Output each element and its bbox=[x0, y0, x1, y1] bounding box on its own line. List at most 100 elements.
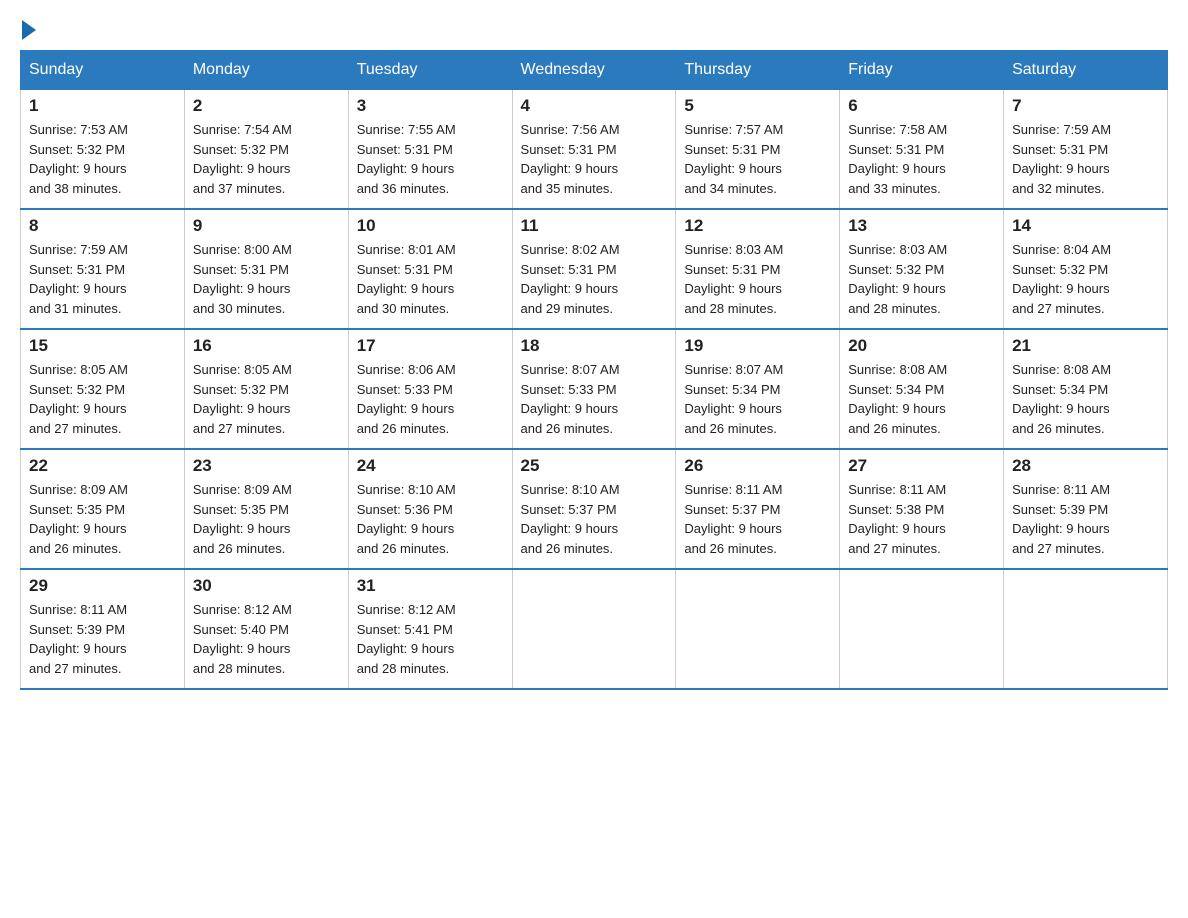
calendar-cell: 17 Sunrise: 8:06 AM Sunset: 5:33 PM Dayl… bbox=[348, 329, 512, 449]
day-number: 25 bbox=[521, 456, 668, 476]
sunset-info: Sunset: 5:40 PM bbox=[193, 622, 289, 637]
sunrise-info: Sunrise: 8:09 AM bbox=[193, 482, 292, 497]
calendar-cell: 2 Sunrise: 7:54 AM Sunset: 5:32 PM Dayli… bbox=[184, 90, 348, 210]
calendar-cell: 3 Sunrise: 7:55 AM Sunset: 5:31 PM Dayli… bbox=[348, 90, 512, 210]
daylight-info-line2: and 26 minutes. bbox=[193, 541, 286, 556]
day-number: 1 bbox=[29, 96, 176, 116]
calendar-cell: 14 Sunrise: 8:04 AM Sunset: 5:32 PM Dayl… bbox=[1004, 209, 1168, 329]
page-header bbox=[20, 20, 1168, 40]
day-number: 17 bbox=[357, 336, 504, 356]
day-number: 31 bbox=[357, 576, 504, 596]
daylight-info-line2: and 26 minutes. bbox=[521, 541, 614, 556]
calendar-cell: 6 Sunrise: 7:58 AM Sunset: 5:31 PM Dayli… bbox=[840, 90, 1004, 210]
calendar-cell: 13 Sunrise: 8:03 AM Sunset: 5:32 PM Dayl… bbox=[840, 209, 1004, 329]
sunset-info: Sunset: 5:31 PM bbox=[1012, 142, 1108, 157]
sunrise-info: Sunrise: 7:53 AM bbox=[29, 122, 128, 137]
day-info: Sunrise: 8:07 AM Sunset: 5:33 PM Dayligh… bbox=[521, 360, 668, 438]
day-info: Sunrise: 7:59 AM Sunset: 5:31 PM Dayligh… bbox=[29, 240, 176, 318]
daylight-info-line2: and 28 minutes. bbox=[684, 301, 777, 316]
sunset-info: Sunset: 5:31 PM bbox=[357, 262, 453, 277]
sunset-info: Sunset: 5:39 PM bbox=[29, 622, 125, 637]
daylight-info-line2: and 27 minutes. bbox=[29, 421, 122, 436]
daylight-info-line2: and 29 minutes. bbox=[521, 301, 614, 316]
calendar-week-row: 1 Sunrise: 7:53 AM Sunset: 5:32 PM Dayli… bbox=[21, 90, 1168, 210]
daylight-info-line1: Daylight: 9 hours bbox=[29, 401, 127, 416]
sunrise-info: Sunrise: 8:11 AM bbox=[29, 602, 127, 617]
sunset-info: Sunset: 5:37 PM bbox=[684, 502, 780, 517]
day-number: 22 bbox=[29, 456, 176, 476]
day-info: Sunrise: 7:59 AM Sunset: 5:31 PM Dayligh… bbox=[1012, 120, 1159, 198]
sunrise-info: Sunrise: 8:01 AM bbox=[357, 242, 456, 257]
daylight-info-line1: Daylight: 9 hours bbox=[357, 401, 455, 416]
daylight-info-line2: and 26 minutes. bbox=[29, 541, 122, 556]
sunset-info: Sunset: 5:32 PM bbox=[848, 262, 944, 277]
day-number: 24 bbox=[357, 456, 504, 476]
daylight-info-line1: Daylight: 9 hours bbox=[357, 521, 455, 536]
day-number: 26 bbox=[684, 456, 831, 476]
day-info: Sunrise: 8:04 AM Sunset: 5:32 PM Dayligh… bbox=[1012, 240, 1159, 318]
day-number: 28 bbox=[1012, 456, 1159, 476]
day-info: Sunrise: 8:03 AM Sunset: 5:32 PM Dayligh… bbox=[848, 240, 995, 318]
logo-blue-part bbox=[20, 20, 38, 40]
day-number: 7 bbox=[1012, 96, 1159, 116]
day-number: 21 bbox=[1012, 336, 1159, 356]
logo bbox=[20, 20, 38, 40]
calendar-day-header: Sunday bbox=[21, 51, 185, 90]
day-info: Sunrise: 8:08 AM Sunset: 5:34 PM Dayligh… bbox=[848, 360, 995, 438]
day-info: Sunrise: 7:53 AM Sunset: 5:32 PM Dayligh… bbox=[29, 120, 176, 198]
day-info: Sunrise: 7:55 AM Sunset: 5:31 PM Dayligh… bbox=[357, 120, 504, 198]
sunset-info: Sunset: 5:37 PM bbox=[521, 502, 617, 517]
calendar-cell: 25 Sunrise: 8:10 AM Sunset: 5:37 PM Dayl… bbox=[512, 449, 676, 569]
day-info: Sunrise: 8:01 AM Sunset: 5:31 PM Dayligh… bbox=[357, 240, 504, 318]
sunset-info: Sunset: 5:31 PM bbox=[357, 142, 453, 157]
daylight-info-line1: Daylight: 9 hours bbox=[357, 161, 455, 176]
daylight-info-line2: and 28 minutes. bbox=[357, 661, 450, 676]
sunrise-info: Sunrise: 8:11 AM bbox=[848, 482, 946, 497]
day-info: Sunrise: 8:12 AM Sunset: 5:40 PM Dayligh… bbox=[193, 600, 340, 678]
daylight-info-line1: Daylight: 9 hours bbox=[1012, 161, 1110, 176]
daylight-info-line2: and 37 minutes. bbox=[193, 181, 286, 196]
sunrise-info: Sunrise: 8:11 AM bbox=[684, 482, 782, 497]
day-number: 10 bbox=[357, 216, 504, 236]
sunrise-info: Sunrise: 7:56 AM bbox=[521, 122, 620, 137]
day-info: Sunrise: 8:08 AM Sunset: 5:34 PM Dayligh… bbox=[1012, 360, 1159, 438]
calendar-cell: 12 Sunrise: 8:03 AM Sunset: 5:31 PM Dayl… bbox=[676, 209, 840, 329]
sunrise-info: Sunrise: 8:10 AM bbox=[521, 482, 620, 497]
day-info: Sunrise: 8:12 AM Sunset: 5:41 PM Dayligh… bbox=[357, 600, 504, 678]
calendar-cell: 11 Sunrise: 8:02 AM Sunset: 5:31 PM Dayl… bbox=[512, 209, 676, 329]
sunset-info: Sunset: 5:38 PM bbox=[848, 502, 944, 517]
calendar-cell: 8 Sunrise: 7:59 AM Sunset: 5:31 PM Dayli… bbox=[21, 209, 185, 329]
sunrise-info: Sunrise: 8:09 AM bbox=[29, 482, 128, 497]
calendar-day-header: Monday bbox=[184, 51, 348, 90]
sunset-info: Sunset: 5:34 PM bbox=[848, 382, 944, 397]
daylight-info-line2: and 36 minutes. bbox=[357, 181, 450, 196]
calendar-day-header: Thursday bbox=[676, 51, 840, 90]
calendar-week-row: 15 Sunrise: 8:05 AM Sunset: 5:32 PM Dayl… bbox=[21, 329, 1168, 449]
daylight-info-line2: and 27 minutes. bbox=[29, 661, 122, 676]
sunrise-info: Sunrise: 8:05 AM bbox=[29, 362, 128, 377]
calendar-cell: 1 Sunrise: 7:53 AM Sunset: 5:32 PM Dayli… bbox=[21, 90, 185, 210]
sunrise-info: Sunrise: 8:12 AM bbox=[357, 602, 456, 617]
sunset-info: Sunset: 5:41 PM bbox=[357, 622, 453, 637]
sunset-info: Sunset: 5:35 PM bbox=[193, 502, 289, 517]
day-number: 30 bbox=[193, 576, 340, 596]
calendar-header-row: SundayMondayTuesdayWednesdayThursdayFrid… bbox=[21, 51, 1168, 90]
sunrise-info: Sunrise: 8:00 AM bbox=[193, 242, 292, 257]
calendar-body: 1 Sunrise: 7:53 AM Sunset: 5:32 PM Dayli… bbox=[21, 90, 1168, 690]
calendar-cell: 15 Sunrise: 8:05 AM Sunset: 5:32 PM Dayl… bbox=[21, 329, 185, 449]
sunset-info: Sunset: 5:39 PM bbox=[1012, 502, 1108, 517]
daylight-info-line2: and 27 minutes. bbox=[1012, 301, 1105, 316]
day-number: 29 bbox=[29, 576, 176, 596]
daylight-info-line1: Daylight: 9 hours bbox=[848, 521, 946, 536]
day-info: Sunrise: 8:03 AM Sunset: 5:31 PM Dayligh… bbox=[684, 240, 831, 318]
daylight-info-line1: Daylight: 9 hours bbox=[29, 641, 127, 656]
calendar-cell: 10 Sunrise: 8:01 AM Sunset: 5:31 PM Dayl… bbox=[348, 209, 512, 329]
day-info: Sunrise: 8:05 AM Sunset: 5:32 PM Dayligh… bbox=[29, 360, 176, 438]
sunrise-info: Sunrise: 7:59 AM bbox=[1012, 122, 1111, 137]
daylight-info-line2: and 26 minutes. bbox=[357, 541, 450, 556]
calendar-day-header: Tuesday bbox=[348, 51, 512, 90]
calendar-week-row: 22 Sunrise: 8:09 AM Sunset: 5:35 PM Dayl… bbox=[21, 449, 1168, 569]
day-number: 2 bbox=[193, 96, 340, 116]
calendar-cell bbox=[512, 569, 676, 689]
daylight-info-line1: Daylight: 9 hours bbox=[1012, 401, 1110, 416]
